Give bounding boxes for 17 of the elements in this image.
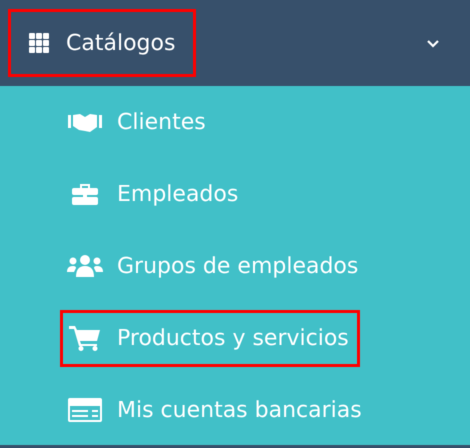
menu-item[interactable]: Grupos de empleados (60, 238, 370, 294)
grid-icon (29, 33, 49, 53)
cart-icon (67, 325, 103, 351)
menu-item-label: Mis cuentas bancarias (117, 398, 362, 422)
menu-item[interactable]: Productos y servicios (60, 310, 360, 366)
chevron-icon[interactable] (426, 38, 440, 48)
menu-item-label: Grupos de empleados (117, 254, 358, 278)
menu-item-label: Productos y servicios (117, 326, 349, 350)
menu-header[interactable]: Catálogos (0, 0, 470, 86)
card-icon (67, 398, 103, 422)
menu-header-label: Catálogos (66, 30, 176, 56)
menu-item[interactable]: Mis cuentas bancarias (60, 382, 373, 438)
menu-item-label: Clientes (117, 110, 206, 134)
menu-item-label: Empleados (117, 182, 238, 206)
users-icon (67, 254, 103, 278)
menu-item[interactable]: Empleados (60, 166, 250, 222)
menu-item[interactable]: Clientes (60, 94, 217, 150)
